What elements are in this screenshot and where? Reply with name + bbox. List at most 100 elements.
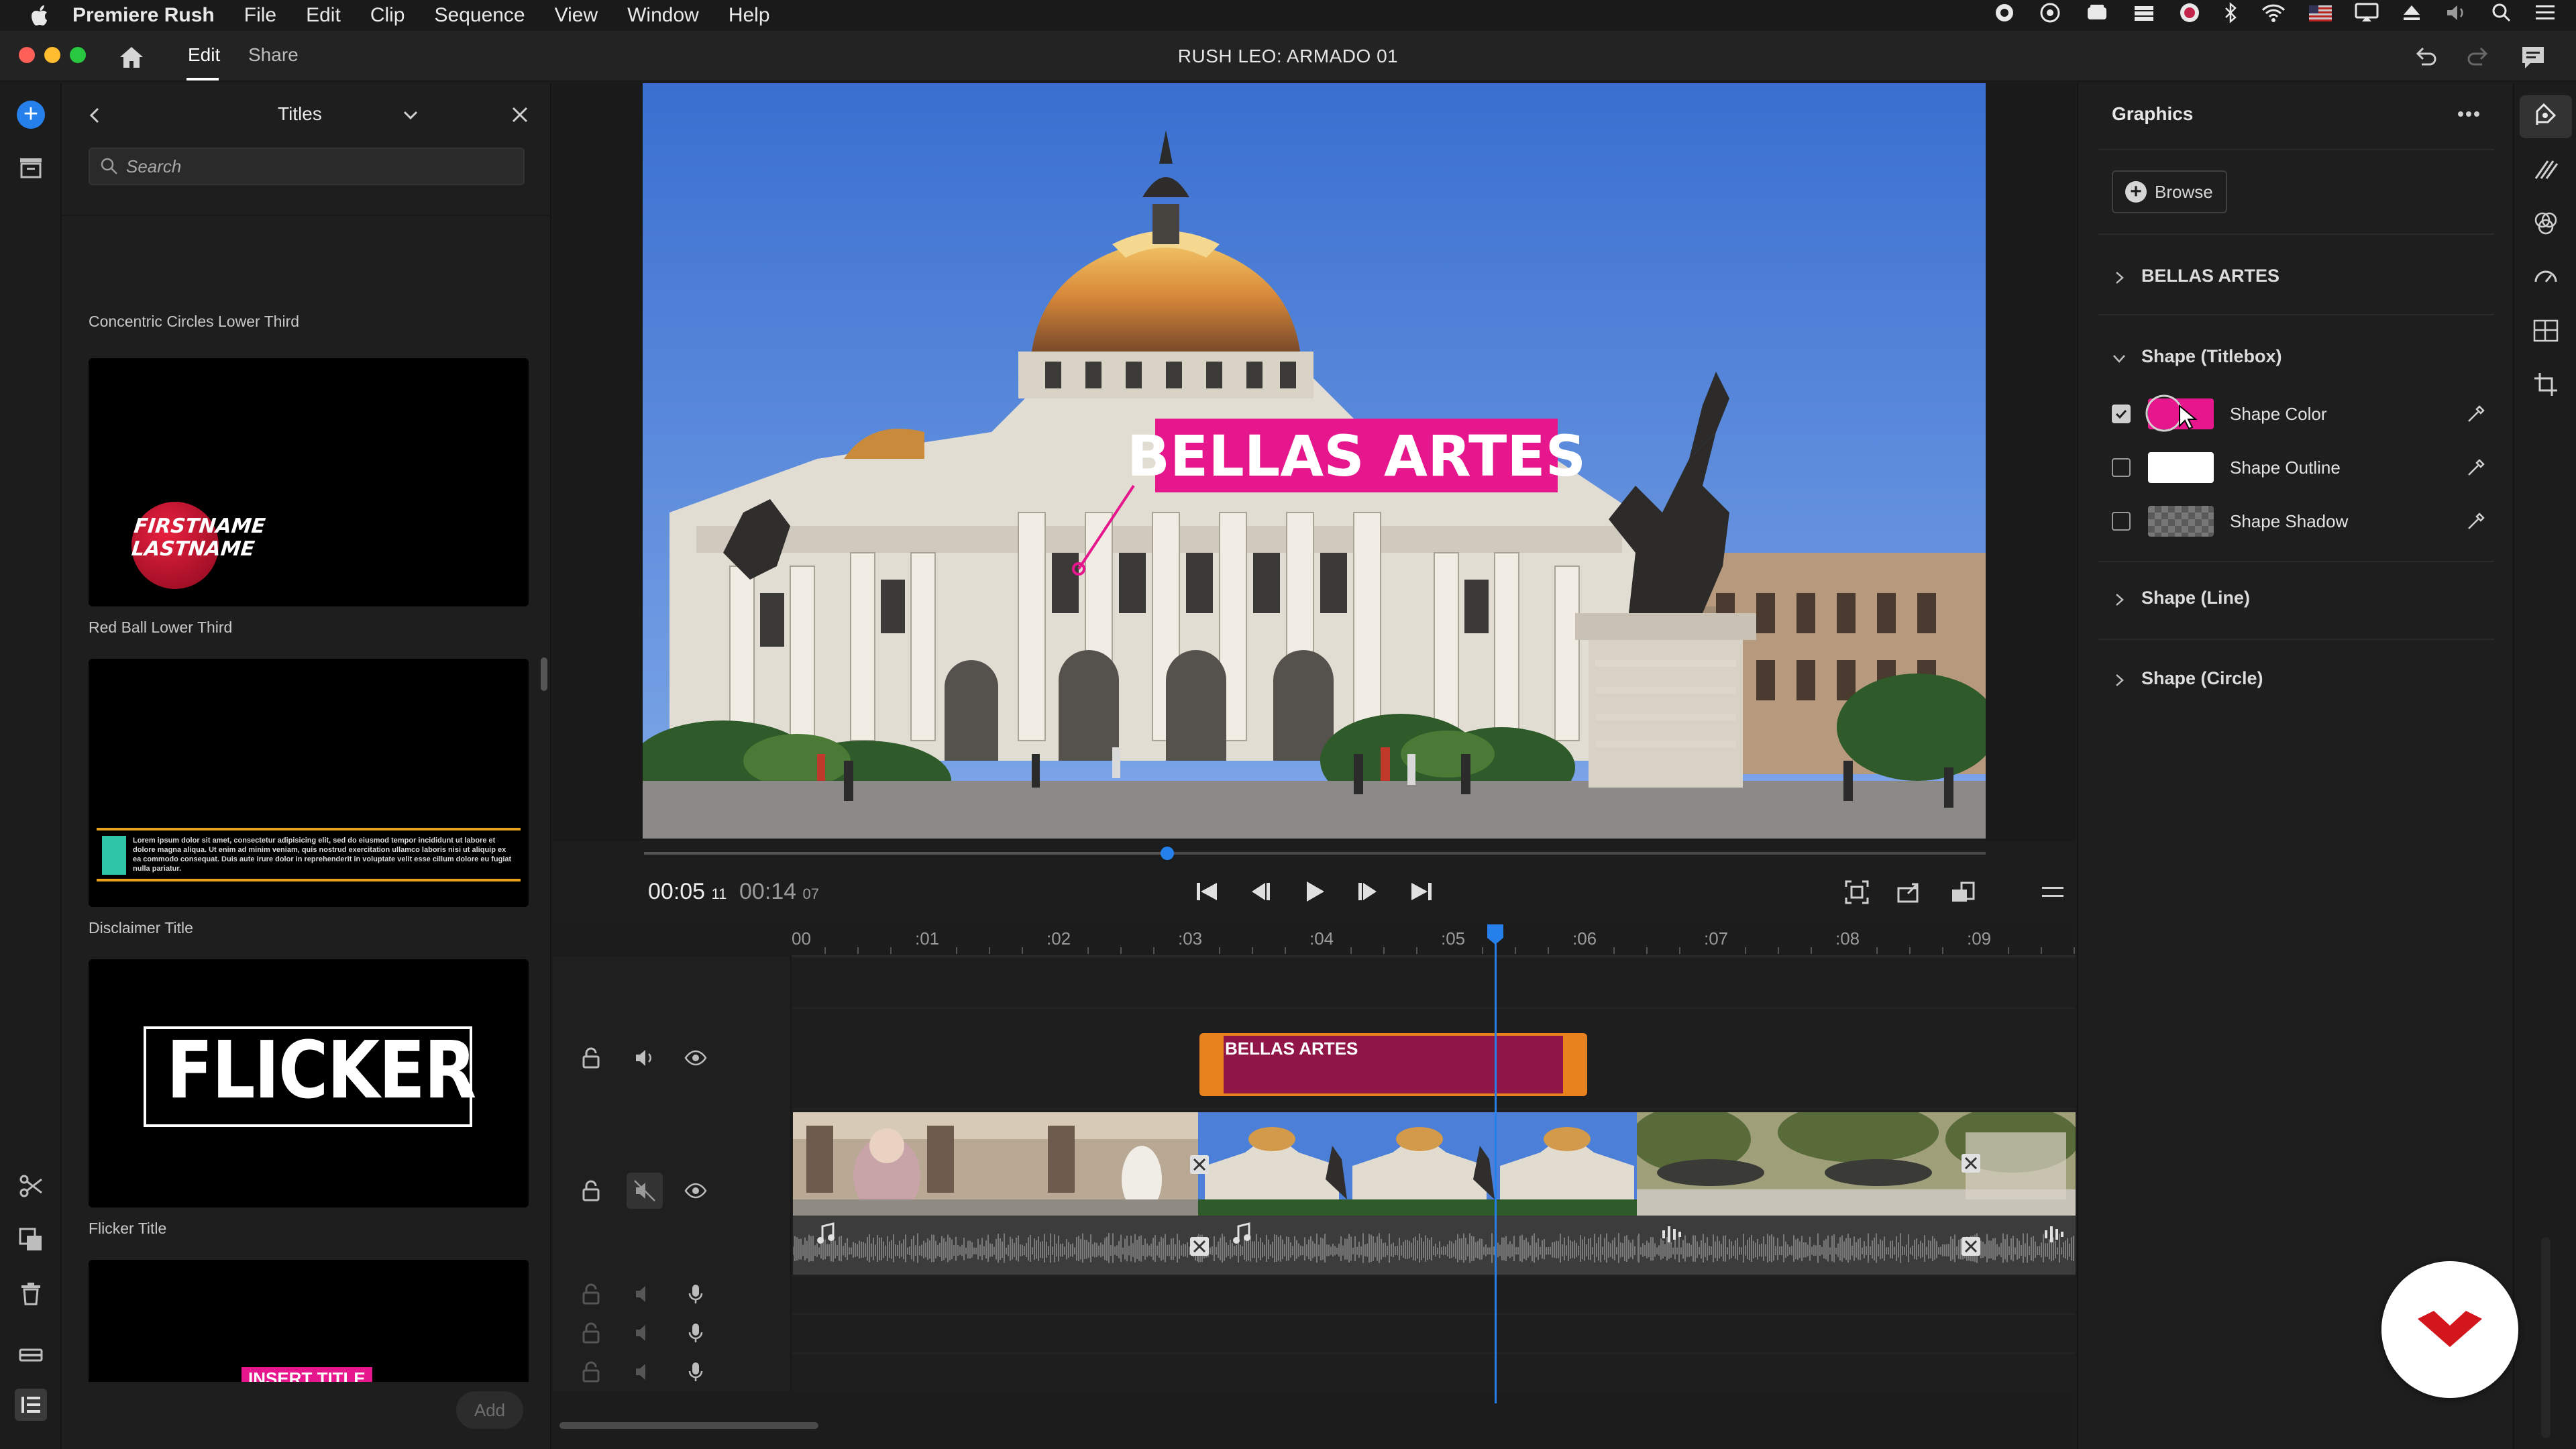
transition-marker-icon[interactable]: [1962, 1154, 1980, 1173]
wifi-icon[interactable]: [2261, 3, 2286, 28]
video-clip-3[interactable]: [1637, 1112, 2076, 1216]
timeline-list-icon[interactable]: [15, 1389, 47, 1421]
shape-outline-swatch[interactable]: [2148, 452, 2214, 483]
video-preview[interactable]: BELLAS ARTES: [643, 83, 1986, 839]
chevron-down-icon[interactable]: [398, 103, 423, 127]
track-toggle-icon[interactable]: [17, 1342, 44, 1368]
screen-mirroring-icon[interactable]: [2355, 3, 2379, 28]
transitions-icon[interactable]: [2532, 156, 2560, 184]
volume-icon[interactable]: [633, 1046, 656, 1069]
cloud-sync-icon[interactable]: [2038, 2, 2062, 29]
eye-icon[interactable]: [684, 1046, 707, 1069]
section-shape-circle[interactable]: Shape (Circle): [2112, 668, 2263, 689]
skip-to-end-icon[interactable]: [1406, 876, 1437, 907]
titles-search-field[interactable]: [89, 148, 525, 185]
microphone-icon[interactable]: [684, 1322, 707, 1344]
template-thumbnail-insert-title[interactable]: INSERT TITLE: [89, 1260, 529, 1382]
split-scissors-icon[interactable]: [17, 1173, 44, 1199]
creative-cloud-icon[interactable]: [2085, 2, 2109, 29]
lock-icon[interactable]: [580, 1179, 602, 1202]
export-frame-icon[interactable]: [1896, 879, 1923, 906]
undo-icon[interactable]: [2412, 44, 2439, 71]
menu-sequence[interactable]: Sequence: [435, 4, 525, 27]
lock-icon[interactable]: [580, 1283, 602, 1305]
menu-view[interactable]: View: [555, 4, 598, 27]
play-icon[interactable]: [1299, 876, 1330, 907]
transition-marker-icon[interactable]: [1190, 1155, 1209, 1174]
redo-icon[interactable]: [2465, 44, 2491, 71]
video-clip-2[interactable]: [1198, 1112, 1637, 1216]
shape-shadow-checkbox[interactable]: [2112, 512, 2131, 531]
audio-panel-icon[interactable]: [2532, 317, 2560, 345]
preview-scrub-track[interactable]: [644, 852, 1986, 855]
template-thumbnail-red-ball[interactable]: FIRSTNAME LASTNAME: [89, 358, 529, 606]
titles-scrollbar[interactable]: [541, 657, 547, 691]
transition-marker-icon[interactable]: [1190, 1237, 1209, 1256]
section-text-bellas-artes[interactable]: BELLAS ARTES: [2112, 266, 2279, 286]
playhead-line[interactable]: [1494, 939, 1497, 1403]
color-icon[interactable]: [2532, 209, 2560, 237]
right-rail-scrollbar[interactable]: [2541, 1237, 2551, 1438]
step-back-icon[interactable]: [1245, 876, 1276, 907]
eyedropper-icon[interactable]: [2465, 402, 2487, 425]
skip-to-start-icon[interactable]: [1191, 876, 1222, 907]
title-clip[interactable]: BELLAS ARTES: [1199, 1033, 1587, 1096]
menu-file[interactable]: File: [244, 4, 276, 27]
section-shape-titlebox[interactable]: Shape (Titlebox): [2112, 346, 2282, 367]
microphone-icon[interactable]: [684, 1283, 707, 1305]
hamburger-menu-icon[interactable]: [2039, 879, 2066, 906]
eyedropper-icon[interactable]: [2465, 456, 2487, 479]
shape-color-checkbox[interactable]: [2112, 405, 2131, 423]
lock-icon[interactable]: [580, 1360, 602, 1383]
aspect-ratio-icon[interactable]: [1949, 879, 1976, 906]
back-chevron-icon[interactable]: [83, 103, 107, 127]
feedback-icon[interactable]: [2520, 44, 2546, 71]
playhead-handle[interactable]: [1486, 923, 1505, 946]
audio-clip-2[interactable]: [1197, 1216, 1637, 1275]
record-icon[interactable]: [1994, 2, 2015, 29]
menu-window[interactable]: Window: [627, 4, 699, 27]
browse-button[interactable]: + Browse: [2112, 170, 2227, 213]
timeline-ruler[interactable]: 00:01:02:03:04:05:06:07:08:09:: [792, 923, 2206, 957]
graphics-tool-icon[interactable]: [2532, 102, 2560, 130]
speed-icon[interactable]: [2532, 263, 2560, 291]
volume-icon[interactable]: [633, 1360, 656, 1383]
step-forward-icon[interactable]: [1352, 876, 1383, 907]
lock-icon[interactable]: [580, 1322, 602, 1344]
screen-record-icon[interactable]: [2179, 2, 2200, 29]
stack-icon[interactable]: [2132, 2, 2156, 29]
menu-clip[interactable]: Clip: [370, 4, 405, 27]
bluetooth-icon[interactable]: [2223, 2, 2238, 29]
volume-icon[interactable]: [633, 1322, 656, 1344]
search-input[interactable]: [126, 150, 523, 183]
volume-icon[interactable]: [633, 1283, 656, 1305]
shape-shadow-swatch[interactable]: [2148, 506, 2214, 537]
section-shape-line[interactable]: Shape (Line): [2112, 588, 2250, 608]
microphone-icon[interactable]: [684, 1360, 707, 1383]
mute-icon[interactable]: [627, 1173, 663, 1209]
add-media-button[interactable]: +: [17, 101, 45, 129]
control-center-icon[interactable]: [2534, 3, 2556, 28]
audio-clip-1[interactable]: [792, 1216, 1198, 1275]
delete-trash-icon[interactable]: [17, 1280, 44, 1307]
shape-outline-checkbox[interactable]: [2112, 458, 2131, 477]
media-bin-icon[interactable]: [17, 154, 44, 181]
template-thumbnail-flicker[interactable]: FLICKER: [89, 959, 529, 1208]
app-name-menu[interactable]: Premiere Rush: [72, 4, 215, 27]
apple-menu-icon[interactable]: [25, 0, 56, 31]
spotlight-search-icon[interactable]: [2491, 3, 2512, 28]
video-clip-1[interactable]: [793, 1112, 1198, 1216]
add-template-button[interactable]: Add: [456, 1391, 523, 1429]
input-source-flag-icon[interactable]: [2309, 4, 2332, 27]
template-thumbnail-disclaimer[interactable]: Lorem ipsum dolor sit amet, consectetur …: [89, 659, 529, 907]
eyedropper-icon[interactable]: [2465, 510, 2487, 533]
duplicate-icon[interactable]: [17, 1226, 44, 1253]
timeline-horizontal-scrollbar[interactable]: [559, 1422, 818, 1429]
eye-icon[interactable]: [684, 1179, 707, 1202]
eject-icon[interactable]: [2402, 3, 2422, 28]
menu-help[interactable]: Help: [729, 4, 770, 27]
transition-marker-icon[interactable]: [1962, 1237, 1980, 1256]
crop-transform-icon[interactable]: [2532, 370, 2560, 398]
video-title-overlay[interactable]: BELLAS ARTES: [1127, 423, 1586, 489]
more-options-icon[interactable]: [2454, 102, 2483, 126]
